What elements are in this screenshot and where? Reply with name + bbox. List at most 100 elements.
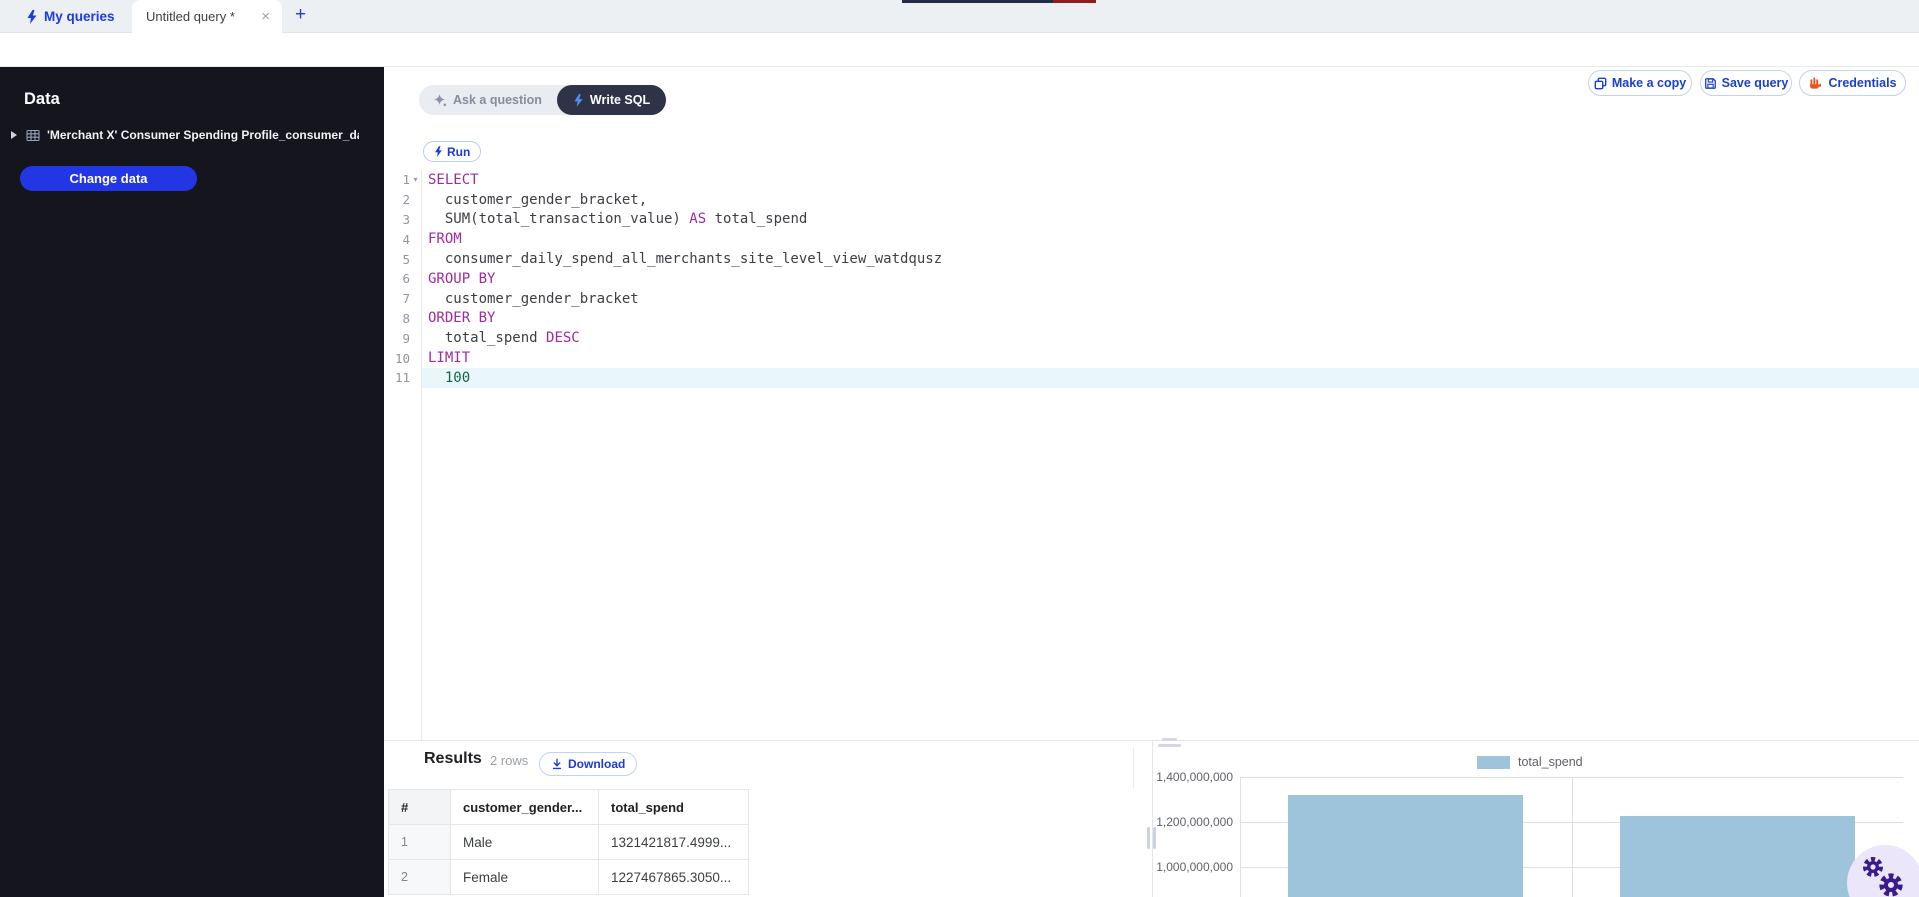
column-header-total_spend[interactable]: total_spend bbox=[598, 789, 749, 825]
row-number-cell: 1 bbox=[388, 824, 451, 860]
line-number: 7 bbox=[402, 291, 410, 307]
write-sql-tab[interactable]: Write SQL bbox=[556, 85, 667, 115]
chevron-right-icon[interactable] bbox=[11, 131, 17, 139]
y-axis-tick-label: 1,000,000,000 bbox=[1156, 860, 1233, 874]
top-navy-marker bbox=[902, 0, 1053, 3]
y-axis-tick-label: 1,400,000,000 bbox=[1156, 770, 1233, 784]
save-query-button[interactable]: Save query bbox=[1700, 70, 1792, 96]
make-a-copy-label: Make a copy bbox=[1611, 76, 1687, 90]
editor-mode-toggle: Ask a question Write SQL bbox=[419, 85, 667, 115]
vertical-drag-handle[interactable] bbox=[1147, 827, 1150, 849]
legend-label: total_spend bbox=[1518, 755, 1583, 769]
line-number: 5 bbox=[402, 251, 410, 267]
run-label: Run bbox=[447, 144, 471, 159]
code-text: 100 bbox=[444, 369, 471, 386]
credentials-button[interactable]: Credentials bbox=[1799, 70, 1906, 96]
line-number: 8 bbox=[402, 310, 410, 326]
lightning-icon bbox=[435, 146, 442, 157]
data-cell: Female bbox=[450, 859, 599, 895]
line-number: 2 bbox=[402, 192, 410, 208]
sidebar-item-dataset[interactable]: 'Merchant X' Consumer Spending Profile_c… bbox=[0, 120, 384, 150]
line-number: 9 bbox=[402, 330, 410, 346]
code-text: total_spend DESC bbox=[428, 330, 580, 347]
tab-title: Untitled query bbox=[146, 9, 227, 24]
chart-legend[interactable]: total_spend bbox=[1477, 755, 1583, 769]
lightning-icon bbox=[574, 93, 583, 107]
code-text: LIMIT bbox=[428, 350, 471, 367]
code-text: SUM(total_transaction_value) AS total_sp… bbox=[428, 211, 808, 228]
credentials-icon bbox=[1810, 77, 1822, 89]
active-line-highlight bbox=[422, 367, 1919, 388]
line-number: 6 bbox=[402, 271, 410, 287]
code-line-9[interactable]: 9 total_spend DESC bbox=[384, 328, 1919, 348]
code-line-5[interactable]: 5 consumer_daily_spend_all_merchants_sit… bbox=[384, 249, 1919, 269]
results-table-edge bbox=[1133, 748, 1134, 788]
column-header-row-number[interactable]: # bbox=[388, 789, 451, 825]
data-cell: 1227467865.3050... bbox=[598, 859, 749, 895]
column-header-customer_gender[interactable]: customer_gender... bbox=[450, 789, 599, 825]
gear-icon bbox=[1879, 873, 1903, 897]
data-cell: 1321421817.4999... bbox=[598, 824, 749, 860]
vertical-gridline bbox=[1571, 777, 1573, 897]
write-sql-label: Write SQL bbox=[589, 93, 651, 107]
ask-a-question-tab[interactable]: Ask a question bbox=[419, 85, 557, 115]
run-button[interactable]: Run bbox=[423, 141, 482, 162]
table-grid-icon bbox=[26, 129, 40, 141]
code-line-11[interactable]: 11 100 bbox=[384, 367, 1919, 388]
results-title: Results bbox=[424, 750, 482, 767]
line-number: 1 bbox=[402, 172, 410, 188]
code-line-3[interactable]: 3 SUM(total_transaction_value) AS total_… bbox=[384, 210, 1919, 230]
legend-swatch bbox=[1477, 755, 1510, 769]
bar-male bbox=[1288, 794, 1524, 897]
sparkle-icon bbox=[434, 93, 447, 106]
results-table: # customer_gender... total_spend 1 Male 1321… bbox=[388, 789, 749, 895]
code-line-1[interactable]: 1 ▾ SELECT bbox=[384, 170, 1919, 190]
change-data-button[interactable]: Change data bbox=[20, 166, 197, 191]
save-query-label: Save query bbox=[1721, 76, 1789, 90]
y-axis-tick-label: 1,200,000,000 bbox=[1156, 815, 1233, 829]
my-queries-link[interactable]: My queries bbox=[26, 0, 115, 33]
credentials-label: Credentials bbox=[1828, 76, 1897, 90]
top-red-marker bbox=[1053, 0, 1096, 3]
my-queries-label: My queries bbox=[44, 9, 115, 24]
code-line-6[interactable]: 6 GROUP BY bbox=[384, 269, 1919, 289]
results-table-body: 1 Male 1321421817.4999... 2 Female 1227467865… bbox=[388, 824, 749, 895]
close-icon[interactable]: × bbox=[259, 9, 272, 24]
sidebar-title: Data bbox=[24, 90, 60, 108]
tab-bar: My queries Untitled query * × + bbox=[0, 0, 1919, 33]
line-number: 11 bbox=[394, 370, 410, 386]
row-number-cell: 2 bbox=[388, 859, 451, 895]
results-row-count: 2 rows bbox=[490, 753, 529, 768]
code-text: GROUP BY bbox=[428, 270, 496, 287]
code-line-10[interactable]: 10 LIMIT bbox=[384, 348, 1919, 368]
y-axis-line bbox=[1240, 777, 1241, 897]
code-text: consumer_daily_spend_all_merchants_site_… bbox=[428, 251, 943, 268]
line-number: 3 bbox=[402, 211, 410, 227]
code-text: customer_gender_bracket, bbox=[428, 191, 648, 208]
ask-a-question-label: Ask a question bbox=[453, 93, 542, 107]
make-a-copy-button[interactable]: Make a copy bbox=[1588, 70, 1692, 96]
line-number: 4 bbox=[402, 231, 410, 247]
tab-dirty-marker: * bbox=[229, 9, 235, 24]
new-tab-button[interactable]: + bbox=[295, 4, 306, 26]
download-label: Download bbox=[568, 757, 626, 771]
query-header: Untitled query Rename Make a copy Save q… bbox=[0, 33, 1919, 96]
table-row: 1 Male 1321421817.4999... bbox=[388, 824, 749, 860]
save-icon bbox=[1704, 77, 1716, 89]
code-line-7[interactable]: 7 customer_gender_bracket bbox=[384, 289, 1919, 309]
download-icon bbox=[552, 758, 562, 770]
code-line-8[interactable]: 8 ORDER BY bbox=[384, 309, 1919, 329]
bar-female bbox=[1619, 815, 1855, 897]
line-number: 10 bbox=[394, 350, 410, 366]
download-button[interactable]: Download bbox=[539, 752, 638, 776]
lightning-icon bbox=[27, 9, 37, 24]
code-text: customer_gender_bracket bbox=[428, 290, 639, 307]
code-line-2[interactable]: 2 customer_gender_bracket, bbox=[384, 190, 1919, 210]
sql-code-editor[interactable]: 1 ▾ SELECT 2 customer_gender_bracket, 3 SUM(… bbox=[384, 170, 1919, 740]
fold-chevron-icon[interactable]: ▾ bbox=[410, 175, 421, 184]
copy-icon bbox=[1594, 77, 1607, 89]
code-text: ORDER BY bbox=[428, 310, 496, 327]
tab-untitled-query[interactable]: Untitled query * × bbox=[132, 0, 282, 33]
app-window: My queries Untitled query * × + Untitled… bbox=[0, 0, 1919, 897]
code-line-4[interactable]: 4 FROM bbox=[384, 229, 1919, 249]
